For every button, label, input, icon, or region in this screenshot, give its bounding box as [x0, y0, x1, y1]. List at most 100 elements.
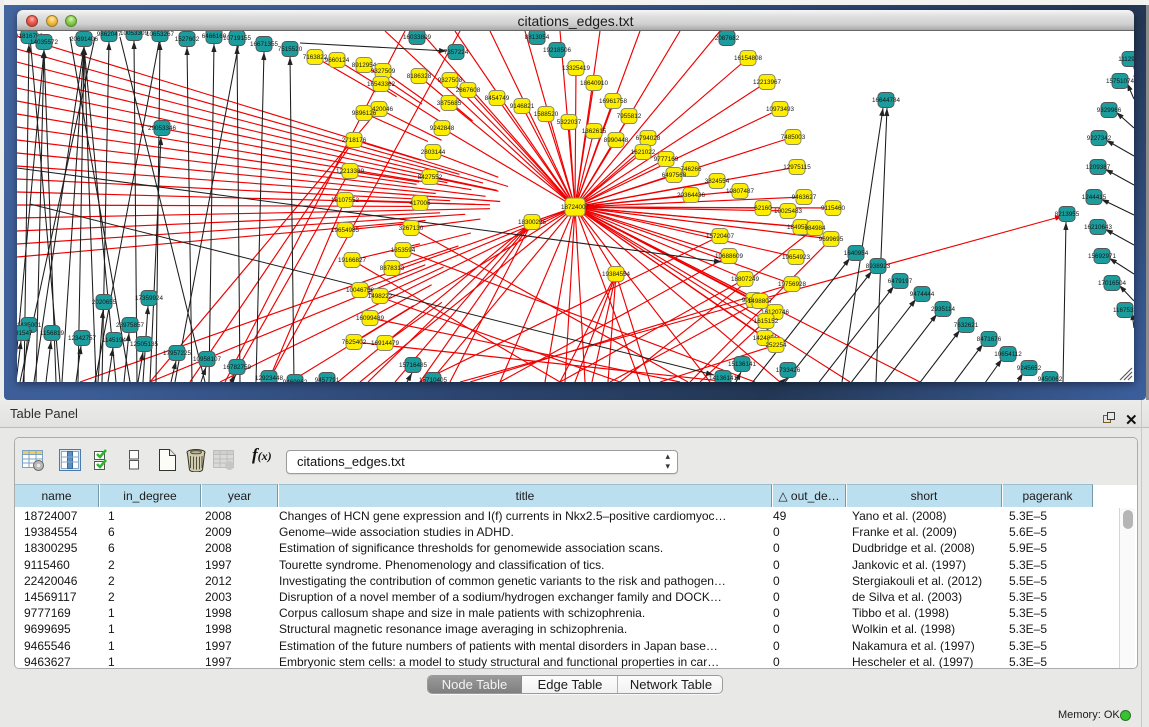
svg-text:9329966: 9329966	[1097, 107, 1122, 114]
svg-text:13325419: 13325419	[562, 65, 591, 72]
svg-text:16961758: 16961758	[599, 98, 628, 105]
svg-text:6794028: 6794028	[636, 135, 661, 142]
svg-text:16210643: 16210643	[1084, 224, 1113, 231]
svg-text:2020655: 2020655	[92, 299, 117, 306]
svg-text:252254: 252254	[765, 342, 787, 349]
svg-text:12342757: 12342757	[68, 335, 97, 342]
svg-text:12975115: 12975115	[783, 164, 811, 171]
svg-text:12505135: 12505135	[130, 341, 159, 348]
svg-text:1145194: 1145194	[102, 337, 127, 344]
svg-text:9450062: 9450062	[1038, 376, 1063, 382]
svg-text:1640954: 1640954	[844, 250, 869, 257]
svg-text:18807249: 18807249	[731, 276, 760, 283]
svg-text:19654985: 19654985	[331, 227, 360, 234]
svg-text:16107552: 16107552	[331, 197, 360, 204]
svg-text:1156819: 1156819	[40, 330, 65, 337]
svg-text:1167533: 1167533	[1113, 307, 1134, 314]
svg-text:16033809: 16033809	[403, 34, 432, 41]
svg-text:9227342: 9227342	[1087, 135, 1112, 142]
svg-text:7357224: 7357224	[444, 49, 469, 56]
svg-text:15716485: 15716485	[399, 362, 428, 369]
svg-text:10807487: 10807487	[726, 188, 755, 195]
svg-text:9777169: 9777169	[654, 156, 679, 163]
svg-text:10688609: 10688609	[715, 253, 744, 260]
svg-text:1362615: 1362615	[582, 128, 607, 135]
svg-text:9862047: 9862047	[97, 31, 122, 38]
svg-text:9327509: 9327509	[371, 68, 396, 75]
svg-text:9660124: 9660124	[325, 57, 350, 64]
svg-text:1621022: 1621022	[631, 149, 656, 156]
svg-text:1733426: 1733426	[776, 367, 801, 374]
svg-text:9896126: 9896126	[352, 110, 377, 117]
svg-text:16543362: 16543362	[367, 81, 396, 88]
svg-text:9245652: 9245652	[1017, 365, 1042, 372]
svg-text:19218506: 19218506	[543, 47, 572, 54]
svg-text:391547: 391547	[17, 330, 33, 337]
svg-text:19166827: 19166827	[338, 257, 367, 264]
svg-text:7955812: 7955812	[617, 113, 642, 120]
svg-text:8990448: 8990448	[604, 137, 629, 144]
svg-text:19384554: 19384554	[602, 271, 631, 278]
svg-text:10053309: 10053309	[120, 31, 149, 37]
svg-text:15751074: 15751074	[1106, 78, 1134, 85]
svg-text:9146821: 9146821	[510, 103, 535, 110]
svg-text:2935114: 2935114	[931, 306, 956, 313]
svg-text:16154808: 16154808	[734, 55, 763, 62]
svg-text:62160: 62160	[754, 205, 772, 212]
svg-text:10958107: 10958107	[193, 356, 222, 363]
svg-text:7632621: 7632621	[954, 322, 979, 329]
svg-text:8213955: 8213955	[1055, 211, 1080, 218]
svg-text:15720407: 15720407	[706, 233, 735, 240]
svg-text:10025483: 10025483	[774, 208, 803, 215]
svg-text:18300295: 18300295	[518, 219, 547, 226]
svg-text:6497568: 6497568	[662, 172, 687, 179]
svg-text:2718176: 2718176	[342, 137, 367, 144]
svg-text:1498222: 1498222	[368, 293, 393, 300]
svg-text:2803144: 2803144	[421, 149, 446, 156]
svg-text:9242848: 9242848	[430, 125, 455, 132]
svg-text:16099489: 16099489	[356, 315, 385, 322]
svg-text:19654923: 19654923	[782, 254, 811, 261]
svg-text:8427552: 8427552	[418, 174, 443, 181]
svg-text:16671355: 16671355	[250, 41, 279, 48]
svg-text:10653267: 10653267	[146, 31, 175, 38]
svg-text:1527602: 1527602	[175, 36, 200, 43]
svg-text:12213967: 12213967	[753, 79, 782, 86]
svg-text:984984: 984984	[804, 225, 826, 232]
svg-text:1244415: 1244415	[1082, 194, 1107, 201]
svg-text:16644784: 16644784	[872, 97, 901, 104]
svg-text:15136141: 15136141	[728, 361, 757, 368]
svg-text:10654112: 10654112	[994, 351, 1022, 358]
svg-text:3267130: 3267130	[399, 225, 424, 232]
svg-text:9699695: 9699695	[819, 236, 844, 243]
svg-text:8813054: 8813054	[525, 34, 550, 41]
svg-text:5322037: 5322037	[557, 119, 582, 126]
svg-text:6479197: 6479197	[888, 278, 913, 285]
svg-text:16914479: 16914479	[371, 340, 400, 347]
svg-text:8471676: 8471676	[977, 336, 1002, 343]
svg-text:15692971: 15692971	[1088, 253, 1117, 260]
svg-text:18724007: 18724007	[561, 204, 590, 211]
svg-text:14035572: 14035572	[30, 39, 59, 46]
svg-text:23975857: 23975857	[116, 322, 145, 329]
svg-text:10973493: 10973493	[766, 106, 795, 113]
svg-text:2867608: 2867608	[456, 87, 481, 94]
svg-text:9474444: 9474444	[910, 291, 935, 298]
svg-text:9457791: 9457791	[315, 377, 340, 382]
svg-text:9469862: 9469862	[283, 379, 308, 382]
svg-text:3875685: 3875685	[437, 100, 462, 107]
svg-text:1498807: 1498807	[748, 298, 773, 305]
svg-text:10719155: 10719155	[223, 35, 252, 42]
svg-text:18640910: 18640910	[580, 80, 609, 87]
svg-text:2087682: 2087682	[715, 35, 740, 42]
svg-text:17016504: 17016504	[1098, 280, 1127, 287]
svg-text:9327508: 9327508	[438, 77, 463, 84]
svg-text:1615152: 1615152	[754, 318, 779, 325]
svg-text:7625402: 7625402	[342, 339, 367, 346]
svg-text:3824554: 3824554	[705, 178, 730, 185]
svg-text:1353594: 1353594	[391, 247, 416, 254]
svg-text:17957225: 17957225	[163, 350, 192, 357]
svg-text:1112908: 1112908	[1118, 56, 1134, 63]
svg-text:7515520: 7515520	[278, 46, 303, 53]
svg-text:8454749: 8454749	[485, 95, 510, 102]
